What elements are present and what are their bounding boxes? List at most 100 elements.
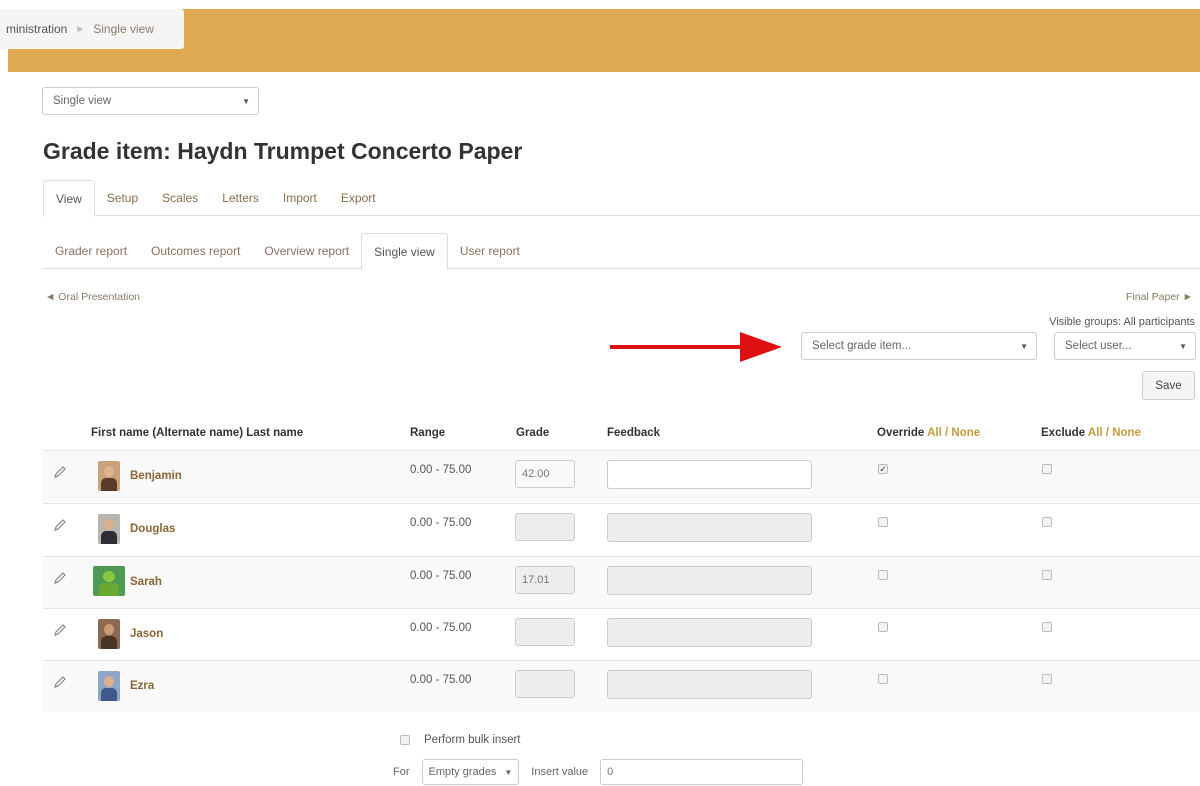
grade-input[interactable] <box>515 513 575 541</box>
bulk-insert-checkbox[interactable] <box>400 735 410 745</box>
override-checkbox[interactable] <box>878 674 888 684</box>
feedback-input[interactable] <box>607 460 812 489</box>
pencil-icon[interactable] <box>53 675 67 689</box>
insert-value-label: Insert value <box>531 766 589 778</box>
table-row: Douglas 0.00 - 75.00 <box>43 503 1200 555</box>
bulk-insert-controls: For Empty grades ▼ Insert value 0 <box>393 759 804 785</box>
tab-export[interactable]: Export <box>329 180 388 216</box>
chevron-down-icon: ▼ <box>1179 341 1187 351</box>
exclude-checkbox[interactable] <box>1042 622 1052 632</box>
table-row: Jason 0.00 - 75.00 <box>43 608 1200 660</box>
student-name-link[interactable]: Ezra <box>130 680 154 692</box>
report-tabs: Grader report Outcomes report Overview r… <box>43 233 1200 270</box>
grade-input[interactable] <box>515 618 575 646</box>
pencil-icon[interactable] <box>53 623 67 637</box>
table-row: Benjamin 0.00 - 75.00 42.00 ✓ <box>43 450 1200 502</box>
tab-overview-report[interactable]: Overview report <box>252 233 361 269</box>
exclude-all-link[interactable]: All <box>1088 427 1103 439</box>
column-header-override: Override All / None <box>877 427 980 439</box>
bulk-insert-label: Perform bulk insert <box>424 734 521 746</box>
exclude-checkbox[interactable] <box>1042 464 1052 474</box>
tab-single-view[interactable]: Single view <box>361 233 448 270</box>
column-header-exclude: Exclude All / None <box>1041 427 1141 439</box>
avatar <box>98 619 120 649</box>
avatar <box>93 566 125 596</box>
visible-groups-label: Visible groups: All participants <box>1049 316 1195 328</box>
override-slash: / <box>945 427 949 439</box>
primary-tabs: View Setup Scales Letters Import Export <box>43 180 1200 217</box>
range-value: 0.00 - 75.00 <box>410 517 472 529</box>
table-row: Ezra 0.00 - 75.00 <box>43 660 1200 712</box>
breadcrumb-item-single-view[interactable]: Single view <box>93 22 154 36</box>
header-band <box>8 9 1200 72</box>
red-arrow-annotation <box>610 332 782 362</box>
pencil-icon[interactable] <box>53 518 67 532</box>
range-value: 0.00 - 75.00 <box>410 674 472 686</box>
chevron-down-icon: ▼ <box>1020 341 1028 351</box>
breadcrumb: ministration ► Single view <box>0 9 184 49</box>
exclude-slash: / <box>1105 427 1109 439</box>
student-name-link[interactable]: Jason <box>130 628 163 640</box>
exclude-checkbox[interactable] <box>1042 674 1052 684</box>
grade-item-select[interactable]: Select grade item... ▼ <box>801 332 1037 360</box>
override-checkbox[interactable] <box>878 517 888 527</box>
student-name-link[interactable]: Douglas <box>130 523 175 535</box>
grade-item-select-placeholder: Select grade item... <box>812 340 912 352</box>
exclude-checkbox[interactable] <box>1042 570 1052 580</box>
chevron-down-icon: ▼ <box>504 767 513 777</box>
feedback-input[interactable] <box>607 513 812 542</box>
column-header-feedback: Feedback <box>607 427 661 439</box>
exclude-none-link[interactable]: None <box>1112 427 1141 439</box>
range-value: 0.00 - 75.00 <box>410 622 472 634</box>
exclude-label: Exclude <box>1041 427 1086 439</box>
column-header-name[interactable]: First name (Alternate name) Last name <box>91 427 303 439</box>
feedback-input[interactable] <box>607 618 812 647</box>
override-checkbox[interactable] <box>878 622 888 632</box>
override-checkbox[interactable] <box>878 570 888 580</box>
table-row: Sarah 0.00 - 75.00 17.01 <box>43 556 1200 608</box>
user-select-placeholder: Select user... <box>1065 340 1132 352</box>
range-value: 0.00 - 75.00 <box>410 570 472 582</box>
tab-import[interactable]: Import <box>271 180 329 216</box>
override-label: Override <box>877 427 925 439</box>
avatar <box>98 671 120 701</box>
grade-input[interactable] <box>515 670 575 698</box>
override-none-link[interactable]: None <box>951 427 980 439</box>
avatar <box>98 514 120 544</box>
override-all-link[interactable]: All <box>927 427 942 439</box>
avatar <box>98 461 120 491</box>
tab-letters[interactable]: Letters <box>210 180 271 216</box>
tab-scales[interactable]: Scales <box>150 180 210 216</box>
pencil-icon[interactable] <box>53 465 67 479</box>
feedback-input[interactable] <box>607 566 812 595</box>
tab-grader-report[interactable]: Grader report <box>43 233 139 269</box>
column-header-range: Range <box>410 427 446 439</box>
report-selector-value: Single view <box>53 95 112 107</box>
save-button[interactable]: Save <box>1142 371 1195 400</box>
student-name-link[interactable]: Sarah <box>130 576 162 588</box>
bulk-insert-option: Perform bulk insert <box>400 734 521 746</box>
tab-user-report[interactable]: User report <box>448 233 532 269</box>
tab-outcomes-report[interactable]: Outcomes report <box>139 233 252 269</box>
user-select[interactable]: Select user... ▼ <box>1054 332 1196 360</box>
breadcrumb-separator: ► <box>75 23 86 35</box>
feedback-input[interactable] <box>607 670 812 699</box>
next-item-link[interactable]: Final Paper ► <box>1126 291 1193 303</box>
insert-value-input[interactable]: 0 <box>600 759 804 785</box>
override-checkbox[interactable]: ✓ <box>878 464 888 474</box>
tab-setup[interactable]: Setup <box>95 180 150 216</box>
student-name-link[interactable]: Benjamin <box>130 470 182 482</box>
exclude-checkbox[interactable] <box>1042 517 1052 527</box>
pencil-icon[interactable] <box>53 571 67 585</box>
for-label: For <box>393 766 410 778</box>
for-select[interactable]: Empty grades ▼ <box>421 759 520 785</box>
for-select-value: Empty grades <box>428 766 497 778</box>
tab-view[interactable]: View <box>43 180 95 217</box>
grade-input[interactable]: 42.00 <box>515 460 575 488</box>
chevron-down-icon: ▼ <box>242 96 250 106</box>
prev-item-link[interactable]: ◄ Oral Presentation <box>45 291 140 303</box>
page-title: Grade item: Haydn Trumpet Concerto Paper <box>43 138 523 164</box>
breadcrumb-item-administration[interactable]: ministration <box>6 22 67 36</box>
grade-input[interactable]: 17.01 <box>515 566 575 594</box>
report-selector[interactable]: Single view ▼ <box>42 87 259 115</box>
